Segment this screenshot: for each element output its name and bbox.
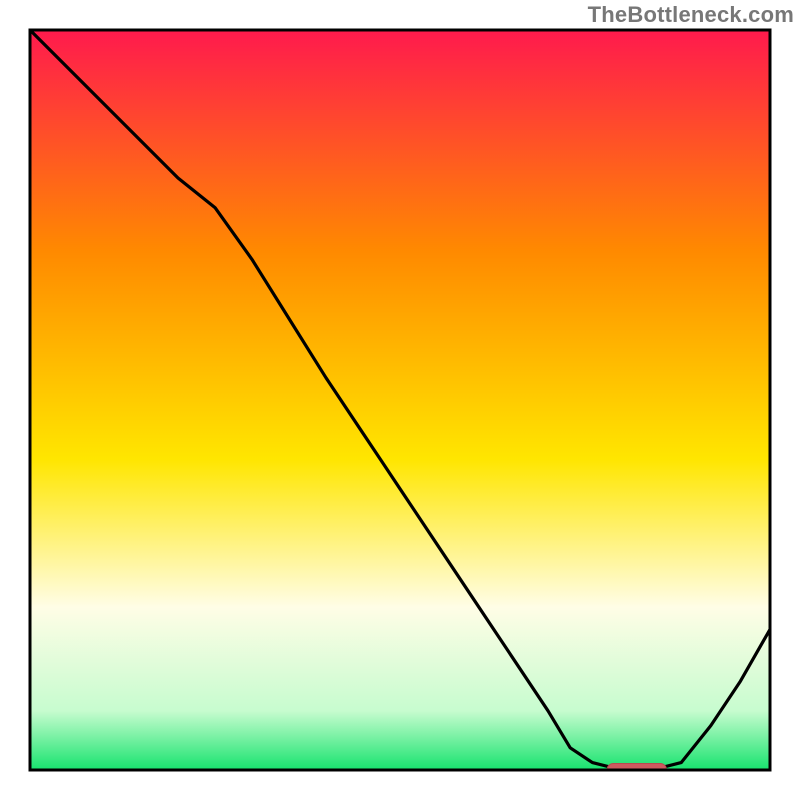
bottleneck-chart [0, 0, 800, 800]
